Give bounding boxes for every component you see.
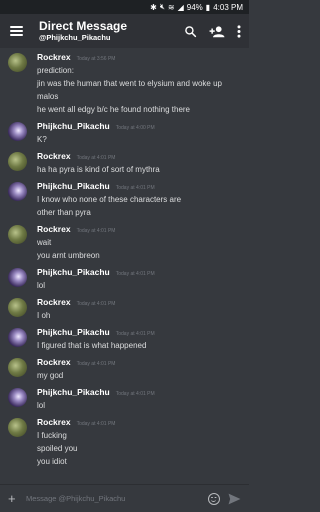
message-timestamp: Today at 4:00 PM <box>115 125 155 131</box>
message-text: lol <box>37 281 46 290</box>
avatar[interactable] <box>8 182 27 201</box>
avatar[interactable] <box>8 152 27 171</box>
message-text: my god <box>37 371 64 380</box>
message: Phijkchu_Pikachu Today at 4:01 PM lol <box>0 387 249 412</box>
message-list[interactable]: Rockrex Today at 3:56 PM prediction: jin … <box>0 48 249 484</box>
avatar[interactable] <box>8 53 27 72</box>
message-input[interactable] <box>26 494 200 503</box>
app-header: Direct Message @Phijkchu_Pikachu <box>0 14 249 48</box>
mute-icon: 🔇︎ <box>159 2 165 11</box>
message-text: you idiot <box>37 457 67 466</box>
message-timestamp: Today at 4:01 PM <box>115 271 155 277</box>
message-text: malos <box>37 92 59 101</box>
status-bar: ✱ 🔇︎ ≋ ◢ 94% ▮ 4:03 PM <box>0 0 249 14</box>
message: Phijkchu_Pikachu Today at 4:00 PM K? <box>0 121 249 146</box>
message-timestamp: Today at 4:01 PM <box>115 185 155 191</box>
signal-icon: ◢ <box>177 2 184 12</box>
wifi-icon: ≋ <box>167 2 175 12</box>
message-text: other than pyra <box>37 208 91 217</box>
header-titles: Direct Message @Phijkchu_Pikachu <box>39 19 184 43</box>
message-text: I figured that is what happened <box>37 341 147 350</box>
message-text: K? <box>37 135 47 144</box>
avatar[interactable] <box>8 358 27 377</box>
message-text: you arnt umbreon <box>37 251 100 260</box>
message: Rockrex Today at 4:01 PM my god <box>0 357 249 382</box>
message: Rockrex Today at 4:01 PM ha ha pyra is ki… <box>0 151 249 176</box>
clock: 4:03 PM <box>213 2 243 12</box>
message-text: lol <box>37 401 46 410</box>
message-author[interactable]: Rockrex <box>37 224 71 234</box>
header-actions <box>184 24 241 38</box>
search-icon[interactable] <box>184 25 197 38</box>
message-text: I know who none of these characters are <box>37 195 182 204</box>
avatar[interactable] <box>8 298 27 317</box>
message-author[interactable]: Phijkchu_Pikachu <box>37 327 110 337</box>
kebab-menu-icon[interactable] <box>237 24 241 38</box>
message-timestamp: Today at 4:01 PM <box>76 361 116 367</box>
message-text: spoiled you <box>37 444 78 453</box>
message-author[interactable]: Phijkchu_Pikachu <box>37 387 110 397</box>
message-text: I oh <box>37 311 51 320</box>
message: Rockrex Today at 4:01 PM I oh <box>0 297 249 322</box>
message-author[interactable]: Phijkchu_Pikachu <box>37 121 110 131</box>
avatar[interactable] <box>8 328 27 347</box>
message-timestamp: Today at 4:01 PM <box>76 421 116 427</box>
battery-icon: ▮ <box>205 2 211 12</box>
message-text: he went all edgy b/c he found nothing th… <box>37 105 190 114</box>
avatar[interactable] <box>8 388 27 407</box>
message-author[interactable]: Rockrex <box>37 357 71 367</box>
message: Phijkchu_Pikachu Today at 4:01 PM I figur… <box>0 327 249 352</box>
message: Rockrex Today at 3:56 PM prediction: jin … <box>0 52 249 116</box>
avatar[interactable] <box>8 418 27 437</box>
send-icon[interactable] <box>228 493 241 505</box>
message-text: jin was the human that went to elysium a… <box>37 79 222 88</box>
message: Rockrex Today at 4:01 PM wait you arnt um… <box>0 224 249 262</box>
message-timestamp: Today at 4:01 PM <box>76 155 116 161</box>
page-title: Direct Message <box>39 19 128 33</box>
plus-icon[interactable]: + <box>8 492 20 505</box>
message-author[interactable]: Phijkchu_Pikachu <box>37 267 110 277</box>
message-author[interactable]: Rockrex <box>37 417 71 427</box>
battery-level: 94% <box>186 2 203 12</box>
message: Phijkchu_Pikachu Today at 4:01 PM lol <box>0 267 249 292</box>
message-text: I fucking <box>37 431 67 440</box>
message-text: prediction: <box>37 66 74 75</box>
dm-recipient: @Phijkchu_Pikachu <box>39 33 111 42</box>
avatar[interactable] <box>8 122 27 141</box>
message: Phijkchu_Pikachu Today at 4:01 PM I know … <box>0 181 249 219</box>
message-composer: + <box>0 484 249 512</box>
message-timestamp: Today at 4:01 PM <box>76 301 116 307</box>
message-author[interactable]: Phijkchu_Pikachu <box>37 181 110 191</box>
add-person-icon[interactable] <box>209 25 225 38</box>
bluetooth-icon: ✱ <box>150 2 157 12</box>
hamburger-icon[interactable] <box>10 26 23 36</box>
message: Rockrex Today at 4:01 PM I fucking spoile… <box>0 417 249 468</box>
message-author[interactable]: Rockrex <box>37 52 71 62</box>
message-text: wait <box>37 238 52 247</box>
message-timestamp: Today at 3:56 PM <box>76 56 116 62</box>
message-author[interactable]: Rockrex <box>37 297 71 307</box>
avatar[interactable] <box>8 268 27 287</box>
message-timestamp: Today at 4:01 PM <box>76 228 116 234</box>
avatar[interactable] <box>8 225 27 244</box>
message-timestamp: Today at 4:01 PM <box>115 331 155 337</box>
message-timestamp: Today at 4:01 PM <box>115 391 155 397</box>
message-author[interactable]: Rockrex <box>37 151 71 161</box>
emoji-icon[interactable] <box>208 492 220 505</box>
message-text: ha ha pyra is kind of sort of mythra <box>37 165 160 174</box>
